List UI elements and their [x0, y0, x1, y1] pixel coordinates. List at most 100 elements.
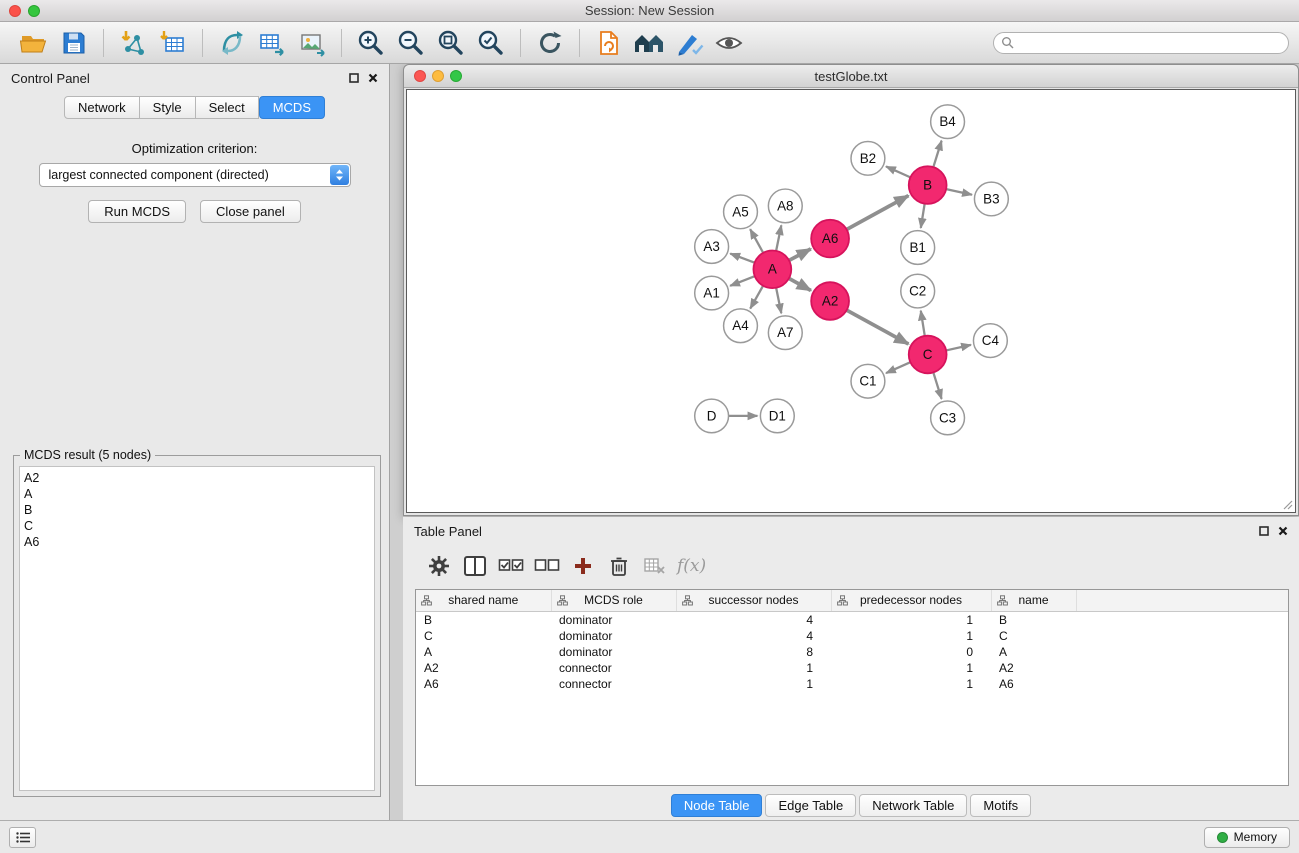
criterion-select[interactable]: largest connected component (directed)	[39, 163, 351, 187]
edge-C-C3[interactable]	[933, 372, 941, 399]
tab-style[interactable]: Style	[140, 96, 196, 119]
column-header-successor-nodes[interactable]: successor nodes	[676, 590, 831, 611]
delete-column-button[interactable]	[601, 550, 637, 582]
tab-select[interactable]: Select	[196, 96, 259, 119]
node-A4[interactable]: A4	[724, 309, 758, 343]
node-D[interactable]: D	[695, 399, 729, 433]
tab-mcds[interactable]: MCDS	[259, 96, 325, 119]
edge-C-C4[interactable]	[946, 345, 971, 351]
result-item-a2[interactable]: A2	[24, 470, 374, 486]
search-input[interactable]	[1014, 34, 1288, 52]
edge-B-B2[interactable]	[886, 166, 910, 177]
export-table-button[interactable]	[254, 27, 290, 59]
node-A3[interactable]: A3	[695, 230, 729, 264]
table-row-a6[interactable]: A6connector11A6	[416, 676, 1288, 692]
node-C[interactable]: C	[909, 336, 947, 374]
float-panel-icon[interactable]	[1259, 526, 1269, 536]
save-session-button[interactable]	[56, 27, 92, 59]
edge-A-A6[interactable]	[789, 249, 811, 260]
column-header-predecessor-nodes[interactable]: predecessor nodes	[831, 590, 991, 611]
edge-A-A8[interactable]	[776, 225, 781, 251]
node-table[interactable]: shared nameMCDS rolesuccessor nodesprede…	[415, 589, 1289, 786]
tab-node-table[interactable]: Node Table	[671, 794, 763, 817]
node-D1[interactable]: D1	[760, 399, 794, 433]
column-header-mcds-role[interactable]: MCDS role	[551, 590, 676, 611]
memory-button[interactable]: Memory	[1204, 827, 1290, 848]
show-graphics-details-button[interactable]	[711, 27, 747, 59]
edge-A-A4[interactable]	[750, 286, 763, 309]
tab-network-table[interactable]: Network Table	[859, 794, 967, 817]
network-window-titlebar[interactable]: testGlobe.txt	[404, 65, 1298, 88]
node-A8[interactable]: A8	[768, 189, 802, 223]
delete-table-button[interactable]	[637, 550, 673, 582]
edge-A-A1[interactable]	[730, 276, 755, 286]
zoom-fit-button[interactable]	[433, 27, 469, 59]
close-panel-icon[interactable]	[368, 73, 378, 83]
edge-B-B4[interactable]	[933, 141, 941, 168]
node-A5[interactable]: A5	[724, 195, 758, 229]
column-header-name[interactable]: name	[991, 590, 1076, 611]
node-B3[interactable]: B3	[974, 182, 1008, 216]
table-row-c[interactable]: Cdominator41C	[416, 628, 1288, 644]
result-item-a6[interactable]: A6	[24, 534, 374, 550]
edge-A-A5[interactable]	[750, 229, 763, 253]
open-recent-button[interactable]	[591, 27, 627, 59]
node-B[interactable]: B	[909, 166, 947, 204]
search-box[interactable]	[993, 32, 1289, 54]
zoom-in-button[interactable]	[353, 27, 389, 59]
run-mcds-button[interactable]: Run MCDS	[88, 200, 186, 223]
select-all-button[interactable]	[493, 550, 529, 582]
unselect-all-button[interactable]	[529, 550, 565, 582]
node-B4[interactable]: B4	[931, 105, 965, 139]
show-column-button[interactable]	[457, 550, 493, 582]
apply-layout-button[interactable]	[532, 27, 568, 59]
tab-network[interactable]: Network	[64, 96, 140, 119]
close-panel-icon[interactable]	[1278, 526, 1288, 536]
table-row-a2[interactable]: A2connector11A2	[416, 660, 1288, 676]
edge-A6-B[interactable]	[847, 196, 909, 230]
apply-style-button[interactable]	[671, 27, 707, 59]
node-C1[interactable]: C1	[851, 364, 885, 398]
table-row-a[interactable]: Adominator80A	[416, 644, 1288, 660]
import-network-button[interactable]	[115, 27, 151, 59]
close-panel-button[interactable]: Close panel	[200, 200, 301, 223]
edge-B-B1[interactable]	[921, 204, 925, 228]
export-network-button[interactable]	[214, 27, 250, 59]
edge-A-A2[interactable]	[789, 278, 811, 290]
node-A1[interactable]: A1	[695, 276, 729, 310]
result-item-c[interactable]: C	[24, 518, 374, 534]
table-row-b[interactable]: Bdominator41B	[416, 611, 1288, 628]
add-column-button[interactable]	[565, 550, 601, 582]
tab-edge-table[interactable]: Edge Table	[765, 794, 856, 817]
network-overview-button[interactable]	[631, 27, 667, 59]
mcds-result-list[interactable]: A2ABCA6	[19, 466, 375, 791]
edge-A-A3[interactable]	[730, 254, 754, 263]
zoom-selected-button[interactable]	[473, 27, 509, 59]
edge-A-A7[interactable]	[776, 288, 781, 314]
node-C2[interactable]: C2	[901, 274, 935, 308]
edge-C-C1[interactable]	[886, 362, 910, 373]
import-table-button[interactable]	[155, 27, 191, 59]
float-panel-icon[interactable]	[349, 73, 359, 83]
node-A[interactable]: A	[753, 250, 791, 288]
result-item-b[interactable]: B	[24, 502, 374, 518]
task-history-button[interactable]	[9, 827, 36, 848]
node-B1[interactable]: B1	[901, 231, 935, 265]
edge-B-B3[interactable]	[946, 189, 972, 195]
function-builder-button[interactable]: f(x)	[677, 556, 706, 576]
edge-A2-C[interactable]	[847, 310, 909, 344]
export-image-button[interactable]	[294, 27, 330, 59]
node-C4[interactable]: C4	[973, 324, 1007, 358]
table-settings-button[interactable]	[421, 550, 457, 582]
node-B2[interactable]: B2	[851, 142, 885, 176]
result-item-a[interactable]: A	[24, 486, 374, 502]
network-canvas[interactable]: B4B2BB3A5A8A6A3AB1A1A2C2A4A7C4CC1DD1C3	[406, 89, 1296, 513]
node-A2[interactable]: A2	[811, 282, 849, 320]
node-A7[interactable]: A7	[768, 316, 802, 350]
zoom-out-button[interactable]	[393, 27, 429, 59]
edge-C-C2[interactable]	[921, 311, 925, 336]
tab-motifs[interactable]: Motifs	[970, 794, 1031, 817]
open-session-button[interactable]	[16, 27, 52, 59]
resize-grip-icon[interactable]	[1281, 498, 1293, 510]
node-A6[interactable]: A6	[811, 220, 849, 258]
